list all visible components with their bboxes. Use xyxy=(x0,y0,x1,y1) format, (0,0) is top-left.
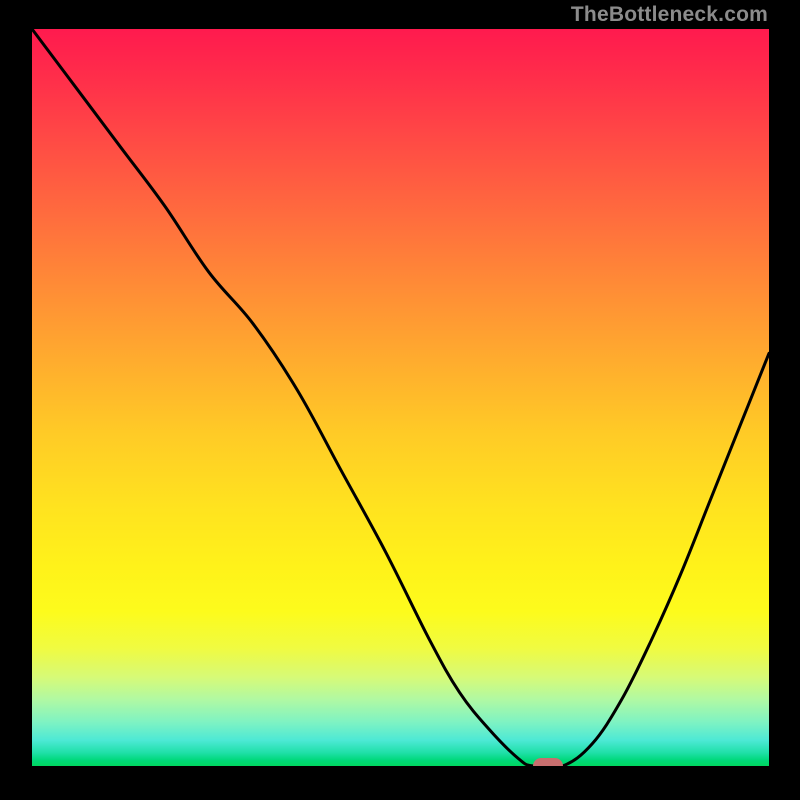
optimal-point-marker xyxy=(533,758,563,766)
bottleneck-curve xyxy=(32,29,769,766)
attribution-label: TheBottleneck.com xyxy=(571,3,768,27)
chart-frame: TheBottleneck.com xyxy=(0,0,800,800)
plot-area xyxy=(32,29,769,766)
